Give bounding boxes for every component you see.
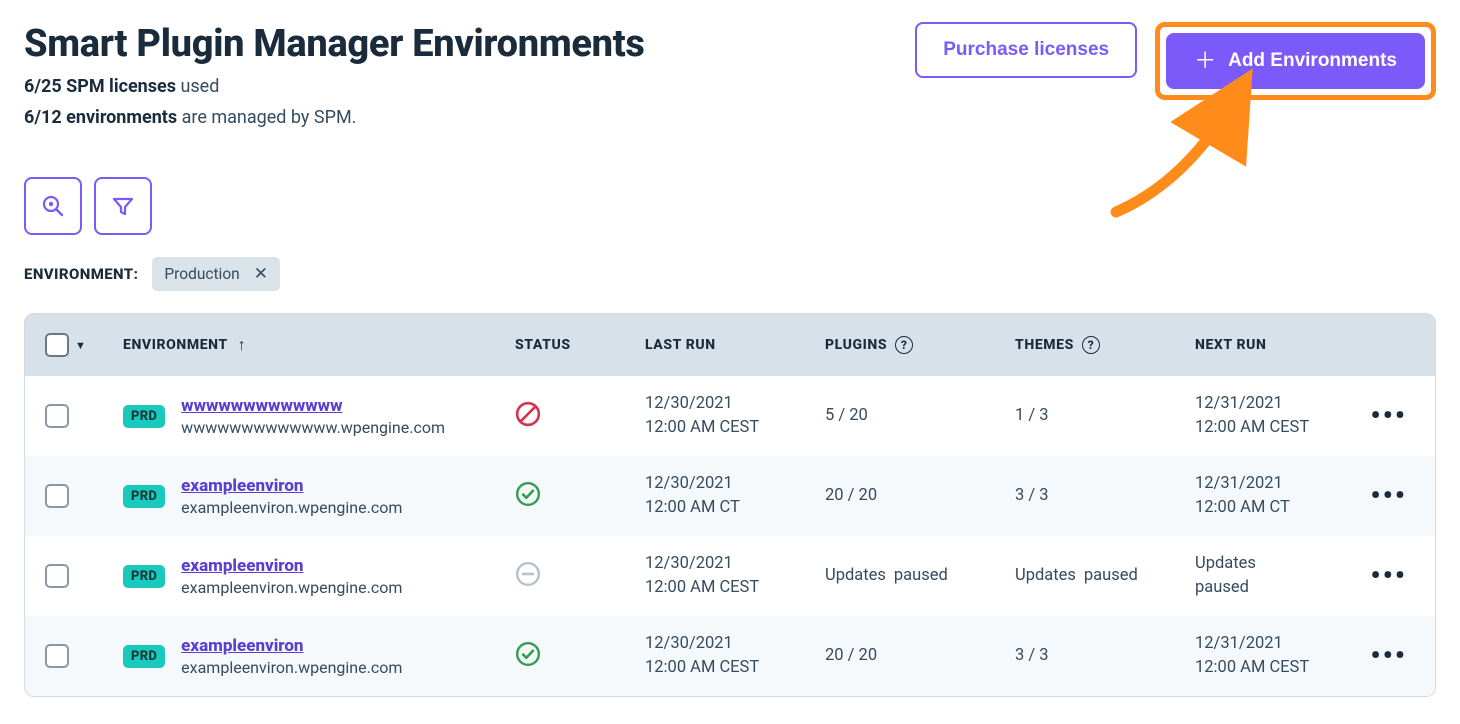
select-all-checkbox[interactable] (45, 333, 69, 357)
status-ok-icon (515, 481, 541, 507)
status-ok-icon (515, 641, 541, 667)
close-icon[interactable]: ✕ (254, 264, 268, 284)
environment-domain: wwwwwwwwwwwww.wpengine.com (181, 418, 445, 437)
environment-domain: exampleenviron.wpengine.com (181, 498, 402, 517)
page-title: Smart Plugin Manager Environments (24, 22, 645, 66)
status-blocked-icon (515, 401, 541, 427)
environment-link[interactable]: exampleenviron (181, 476, 402, 496)
search-icon (41, 194, 65, 218)
env-type-badge: PRD (123, 485, 165, 508)
themes-count: 1 / 3 (1015, 404, 1195, 428)
filter-label: ENVIRONMENT: (24, 265, 138, 283)
licenses-count: 6/25 SPM licenses (24, 76, 176, 97)
last-run: 12/30/202112:00 AM CEST (645, 392, 825, 440)
plugins-count: Updatespaused (825, 564, 1015, 588)
plugins-count: 20 / 20 (825, 644, 1015, 668)
environments-rest: are managed by SPM. (177, 107, 356, 128)
environment-domain: exampleenviron.wpengine.com (181, 658, 402, 677)
licenses-summary: 6/25 SPM licenses used (24, 72, 645, 103)
environment-domain: exampleenviron.wpengine.com (181, 578, 402, 597)
plugins-count: 20 / 20 (825, 484, 1015, 508)
row-checkbox[interactable] (45, 644, 69, 668)
env-type-badge: PRD (123, 405, 165, 428)
next-run: 12/31/202112:00 AM CEST (1195, 632, 1365, 680)
licenses-rest: used (176, 76, 219, 97)
environment-link[interactable]: wwwwwwwwwwwww (181, 396, 445, 416)
environments-summary: 6/12 environments are managed by SPM. (24, 103, 645, 134)
env-type-badge: PRD (123, 565, 165, 588)
themes-count: 3 / 3 (1015, 644, 1195, 668)
help-icon[interactable]: ? (895, 336, 913, 354)
help-icon[interactable]: ? (1082, 336, 1100, 354)
table-row: PRD exampleenviron exampleenviron.wpengi… (25, 616, 1435, 696)
table-header: ▼ ENVIRONMENT ↑ STATUS LAST RUN PLUGINS … (25, 314, 1435, 376)
sort-asc-icon: ↑ (238, 335, 247, 355)
themes-count: 3 / 3 (1015, 484, 1195, 508)
purchase-licenses-button[interactable]: Purchase licenses (915, 22, 1137, 78)
row-checkbox[interactable] (45, 404, 69, 428)
column-status[interactable]: STATUS (515, 337, 645, 353)
next-run: 12/31/202112:00 AM CT (1195, 472, 1365, 520)
next-run: 12/31/202112:00 AM CEST (1195, 392, 1365, 440)
search-button[interactable] (24, 177, 82, 235)
add-environments-highlight: ＋ Add Environments (1155, 22, 1436, 100)
filter-chip-production[interactable]: Production ✕ (152, 257, 280, 291)
environments-table: ▼ ENVIRONMENT ↑ STATUS LAST RUN PLUGINS … (24, 313, 1436, 697)
last-run: 12/30/202112:00 AM CEST (645, 632, 825, 680)
last-run: 12/30/202112:00 AM CEST (645, 552, 825, 600)
row-checkbox[interactable] (45, 564, 69, 588)
filter-icon (111, 194, 135, 218)
env-type-badge: PRD (123, 645, 165, 668)
filter-button[interactable] (94, 177, 152, 235)
column-environment-label: ENVIRONMENT (123, 337, 228, 353)
row-checkbox[interactable] (45, 484, 69, 508)
themes-count: Updatespaused (1015, 564, 1195, 588)
column-environment[interactable]: ENVIRONMENT ↑ (115, 335, 515, 355)
environment-link[interactable]: exampleenviron (181, 636, 402, 656)
caret-down-icon[interactable]: ▼ (75, 339, 87, 352)
next-run: Updatespaused (1195, 552, 1365, 600)
add-environments-label: Add Environments (1228, 50, 1397, 72)
column-last-run[interactable]: LAST RUN (645, 337, 825, 353)
filter-chip-text: Production (164, 265, 239, 283)
add-environments-button[interactable]: ＋ Add Environments (1166, 33, 1425, 89)
column-plugins[interactable]: PLUGINS ? (825, 336, 1015, 354)
environment-link[interactable]: exampleenviron (181, 556, 402, 576)
last-run: 12/30/202112:00 AM CT (645, 472, 825, 520)
status-paused-icon (515, 561, 541, 587)
column-themes-label: THEMES (1015, 337, 1074, 353)
column-next-run[interactable]: NEXT RUN (1195, 337, 1365, 353)
table-row: PRD exampleenviron exampleenviron.wpengi… (25, 456, 1435, 536)
table-row: PRD wwwwwwwwwwwww wwwwwwwwwwwww.wpengine… (25, 376, 1435, 456)
table-row: PRD exampleenviron exampleenviron.wpengi… (25, 536, 1435, 616)
plugins-count: 5 / 20 (825, 404, 1015, 428)
column-plugins-label: PLUGINS (825, 337, 887, 353)
column-themes[interactable]: THEMES ? (1015, 336, 1195, 354)
environments-count: 6/12 environments (24, 107, 177, 128)
